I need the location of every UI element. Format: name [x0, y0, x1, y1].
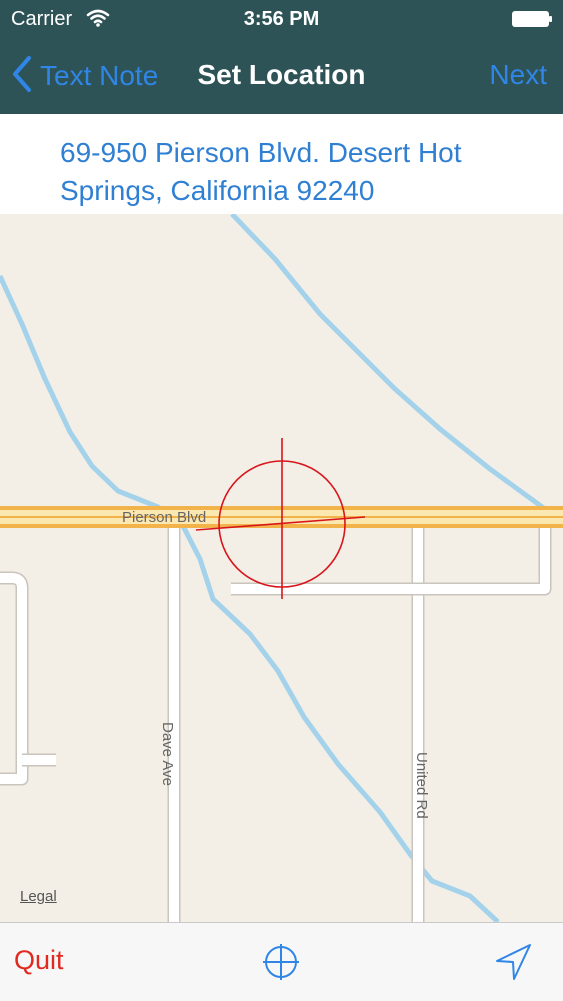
- minor-roads: [0, 524, 552, 922]
- road-label-dave: Dave Ave: [159, 722, 176, 786]
- location-arrow-icon: [496, 944, 531, 980]
- map-canvas: [0, 214, 563, 922]
- navigation-bar: Text Note Set Location Next: [0, 40, 563, 114]
- address-label[interactable]: 69-950 Pierson Blvd. Desert Hot Springs,…: [60, 134, 505, 210]
- bottom-toolbar: Quit: [0, 922, 563, 1001]
- page-title: Set Location: [197, 59, 366, 90]
- map-view[interactable]: Pierson Blvd Dave Ave United Rd Legal: [0, 214, 563, 922]
- water-channel-northeast: [230, 214, 547, 512]
- next-button[interactable]: Next: [489, 59, 547, 91]
- clock-label: 3:56 PM: [243, 8, 320, 30]
- battery-icon: [512, 11, 552, 27]
- road-label-pierson: Pierson Blvd: [122, 509, 207, 526]
- status-bar: Carrier 3:56 PM: [0, 0, 563, 40]
- locate-button[interactable]: [262, 943, 300, 981]
- track-location-button[interactable]: [494, 942, 534, 982]
- address-banner: 69-950 Pierson Blvd. Desert Hot Springs,…: [0, 114, 563, 214]
- legal-link[interactable]: Legal: [20, 888, 57, 905]
- quit-button[interactable]: Quit: [14, 945, 64, 976]
- top-bar: Carrier 3:56 PM Text Note Set Location N…: [0, 0, 563, 114]
- crosshair-locate-icon: [263, 944, 299, 980]
- road-label-united: United Rd: [413, 752, 430, 819]
